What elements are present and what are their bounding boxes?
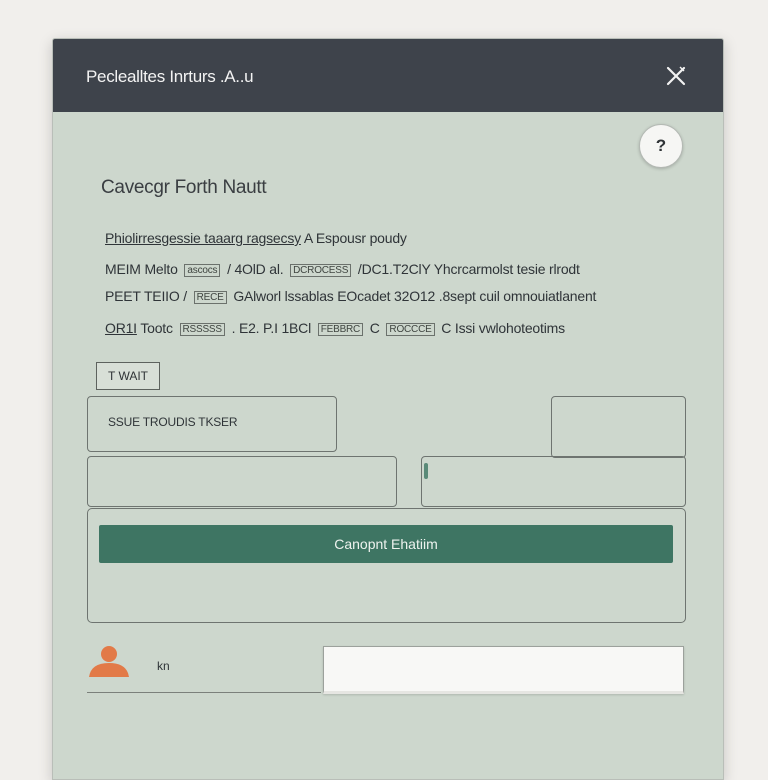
- avatar: [87, 643, 131, 677]
- line-1-text-a: Phiolirresgessie taaarg ragsecsy: [105, 230, 301, 246]
- primary-submit-button[interactable]: Canopnt Ehatiim: [99, 525, 673, 563]
- line-2-text-d: /DC1.T2ClY: [357, 261, 431, 277]
- line-1-text-b: A: [303, 230, 313, 246]
- line-3-text-b: TEIIO: [143, 288, 180, 304]
- line-3-text-d: GAlworl lssablas: [233, 288, 334, 304]
- line-4-text-c: . E2. P.I 1BCl: [231, 320, 312, 336]
- line-2-text-b: Melto: [144, 261, 178, 277]
- line-3-chip-1[interactable]: RECE: [193, 290, 227, 304]
- small-action-button[interactable]: T WAIT: [96, 362, 160, 390]
- line-4-text-f: Issi vwlohoteotims: [454, 320, 565, 336]
- form-line-4: OR1I Tootc RSSSSS . E2. P.I 1BCl FEBBRC …: [105, 320, 565, 336]
- close-button[interactable]: [659, 61, 693, 91]
- line-3-text-c: /: [183, 288, 187, 304]
- line-4-chip-1[interactable]: RSSSSS: [179, 322, 225, 336]
- line-4-text-b: Tootc: [140, 320, 173, 336]
- line-4-text-d: C: [369, 320, 380, 336]
- close-x-icon: [666, 66, 686, 86]
- line-4-chip-2[interactable]: FEBBRC: [317, 322, 364, 336]
- line-2-text-a: MEIM: [105, 261, 141, 277]
- form-heading: Cavecgr Forth Nautt: [101, 177, 267, 198]
- footer-text-input[interactable]: [323, 646, 684, 694]
- text-field-top-right[interactable]: [551, 396, 686, 458]
- form-line-1: Phiolirresgessie taaarg ragsecsy A Espou…: [105, 230, 407, 246]
- line-2-text-c: / 4OlD al.: [227, 261, 284, 277]
- line-3-text-a: PEET: [105, 288, 141, 304]
- line-4-chip-3[interactable]: ROCCCE: [386, 322, 435, 336]
- line-2-chip-1[interactable]: ascocs: [184, 263, 221, 277]
- help-button[interactable]: ?: [639, 124, 683, 168]
- form-line-2: MEIM Melto ascocs / 4OlD al. DCROCESS /D…: [105, 261, 580, 277]
- text-field-mid-left[interactable]: [87, 456, 397, 507]
- help-icon: ?: [655, 136, 667, 155]
- user-avatar-icon: [89, 646, 129, 677]
- dialog-window: Peclealltes Inrturs .A..u ? Cavecgr Fort…: [52, 38, 724, 780]
- text-field-mid-right[interactable]: [421, 456, 686, 507]
- line-1-text-c: Espousr poudy: [315, 230, 407, 246]
- footer-divider: [87, 692, 321, 693]
- line-4-text-a[interactable]: OR1I: [105, 320, 137, 336]
- footer-label: kn: [157, 659, 170, 673]
- line-4-text-e: C: [441, 320, 452, 336]
- line-2-text-e: Yhcrcarmolst tesie rlrodt: [433, 261, 580, 277]
- field-top-left-value: SSUE TROUDIS TKSER: [108, 415, 238, 429]
- line-2-chip-2[interactable]: DCROCESS: [290, 263, 352, 277]
- title-bar: Peclealltes Inrturs .A..u: [53, 39, 723, 112]
- line-3-text-e: EOcadet 32O12 .8sept cuil omnouiatlanent: [337, 288, 597, 304]
- form-line-3: PEET TEIIO / RECE GAlworl lssablas EOcad…: [105, 288, 596, 304]
- text-field-top-left[interactable]: SSUE TROUDIS TKSER: [87, 396, 337, 452]
- dialog-title: Peclealltes Inrturs .A..u: [86, 67, 254, 86]
